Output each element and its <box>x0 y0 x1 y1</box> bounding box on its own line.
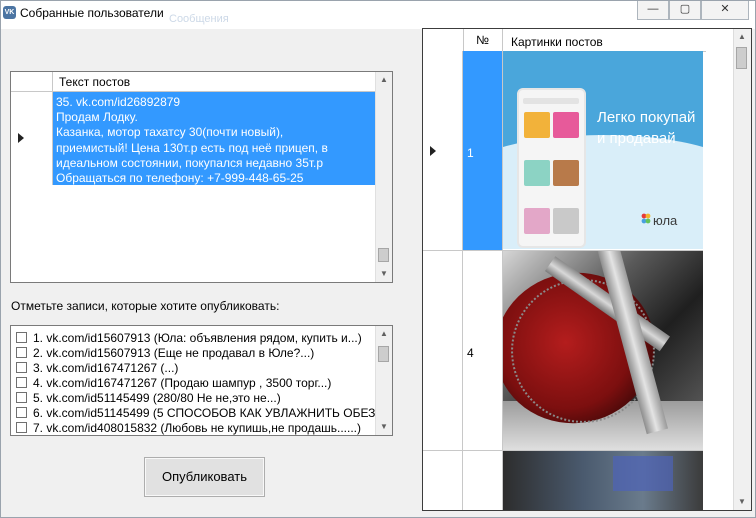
selected-post-text-cell[interactable]: 35. vk.com/id26892879 Продам Лодку. Каза… <box>53 92 376 185</box>
scroll-down-arrow-icon[interactable]: ▼ <box>734 494 750 510</box>
background-ghost-text: Сообщения <box>169 13 229 25</box>
checklist-item-label: 1. vk.com/id15607913 (Юла: объявления ря… <box>33 330 362 345</box>
yula-logo-icon <box>641 213 651 224</box>
checklist-item[interactable]: 6. vk.com/id51145499 (5 СПОСОБОВ КАК УВЛ… <box>16 405 393 420</box>
row-header[interactable] <box>423 251 463 451</box>
row-number-cell[interactable] <box>463 451 503 510</box>
posts-text-grid[interactable]: Текст постов 35. vk.com/id26892879 Прода… <box>10 71 393 283</box>
publish-instruction-label: Отметьте записи, которые хотите опублико… <box>11 299 280 313</box>
checkbox[interactable] <box>16 332 27 343</box>
images-column-header[interactable]: Картинки постов <box>511 35 603 49</box>
checklist-item-label: 4. vk.com/id167471267 (Продаю шампур , 3… <box>33 375 332 390</box>
vk-icon: VK <box>3 6 16 19</box>
post-text-line: Обращаться по телефону: +7-999-448-65-25 <box>56 171 304 186</box>
row-header-selected[interactable] <box>11 92 53 185</box>
ad-headline-line1: Легко покупай <box>597 109 696 126</box>
post-image-cell[interactable] <box>503 451 703 510</box>
posts-grid-scrollbar[interactable]: ▲ ▼ <box>375 72 392 282</box>
checklist-item[interactable]: 3. vk.com/id167471267 (...) <box>16 360 178 375</box>
scroll-thumb[interactable] <box>736 47 747 69</box>
row-number-cell[interactable]: 4 <box>463 251 503 451</box>
current-row-arrow-icon <box>18 133 24 143</box>
phone-illustration <box>517 88 586 248</box>
title-bar[interactable]: VK Собранные пользователи Сообщения — ▢ … <box>1 1 755 29</box>
row-number: 4 <box>467 346 474 360</box>
checklist-item[interactable]: 2. vk.com/id15607913 (Еще не продавал в … <box>16 345 314 360</box>
publish-button[interactable]: Опубликовать <box>144 457 265 497</box>
main-window: VK Собранные пользователи Сообщения — ▢ … <box>0 0 756 518</box>
photo-image <box>503 251 703 450</box>
checklist-item-label: 5. vk.com/id51145499 (280/80 Не не,это н… <box>33 390 281 405</box>
post-text-line: 35. vk.com/id26892879 <box>56 95 181 109</box>
images-grid-scrollbar[interactable]: ▲ ▼ <box>733 29 751 510</box>
post-text-line: Продам Лодку. <box>56 110 138 125</box>
posts-grid-header: Текст постов <box>11 72 376 92</box>
checkbox[interactable] <box>16 392 27 403</box>
scroll-thumb[interactable] <box>378 248 389 262</box>
current-row-arrow-icon <box>430 146 436 156</box>
checklist-item-label: 3. vk.com/id167471267 (...) <box>33 360 179 375</box>
close-button[interactable]: ✕ <box>701 1 749 20</box>
post-image-cell[interactable] <box>503 251 703 451</box>
row-header-corner <box>423 29 464 51</box>
post-text-line: Казанка, мотор тахатсу 30(почти новый), <box>56 125 284 140</box>
posts-checklist[interactable]: 1. vk.com/id15607913 (Юла: объявления ря… <box>10 325 393 436</box>
row-header-corner <box>11 72 53 91</box>
row-number-cell[interactable]: 1 <box>463 51 503 251</box>
checklist-item[interactable]: 7. vk.com/id408015832 (Любовь не купишь,… <box>16 420 361 435</box>
checkbox[interactable] <box>16 407 27 418</box>
post-text-line: приемистый! Цена 130т.р есть под неё при… <box>56 140 328 155</box>
checkbox[interactable] <box>16 422 27 433</box>
checklist-item[interactable]: 4. vk.com/id167471267 (Продаю шампур , 3… <box>16 375 331 390</box>
ad-headline-line2: и продавай <box>597 130 676 147</box>
minimize-button[interactable]: — <box>637 1 669 20</box>
yula-ad-image: Легко покупай и продавай юла <box>503 51 703 249</box>
maximize-button[interactable]: ▢ <box>669 1 701 20</box>
posts-text-column-header[interactable]: Текст постов <box>59 75 130 89</box>
post-image-cell[interactable]: Легко покупай и продавай юла <box>503 51 703 251</box>
checklist-item-label: 2. vk.com/id15607913 (Еще не продавал в … <box>33 345 315 360</box>
row-number: 1 <box>467 146 474 160</box>
row-header[interactable] <box>423 451 463 510</box>
post-images-grid[interactable]: № Картинки постов 1 Легко покупай и прод… <box>422 28 752 511</box>
scroll-up-arrow-icon[interactable]: ▲ <box>376 72 392 88</box>
checklist-scrollbar[interactable]: ▲ ▼ <box>375 326 392 435</box>
scroll-down-arrow-icon[interactable]: ▼ <box>376 266 392 282</box>
post-text-line: идеальном состоянии, покупался недавно 3… <box>56 155 324 170</box>
scroll-thumb[interactable] <box>378 346 389 362</box>
scroll-up-arrow-icon[interactable]: ▲ <box>376 326 392 342</box>
window-title: Собранные пользователи <box>20 6 164 20</box>
checklist-item-label: 7. vk.com/id408015832 (Любовь не купишь,… <box>33 420 362 435</box>
scroll-down-arrow-icon[interactable]: ▼ <box>376 419 392 435</box>
checklist-item-label: 6. vk.com/id51145499 (5 СПОСОБОВ КАК УВЛ… <box>33 405 393 420</box>
row-header-selected[interactable] <box>423 51 463 251</box>
checklist-item[interactable]: 1. vk.com/id15607913 (Юла: объявления ря… <box>16 330 362 345</box>
yula-brand: юла <box>653 213 678 228</box>
checkbox[interactable] <box>16 347 27 358</box>
checkbox[interactable] <box>16 377 27 388</box>
number-column-header[interactable]: № <box>463 29 503 51</box>
images-grid-header: № Картинки постов <box>423 29 706 52</box>
checklist-item[interactable]: 5. vk.com/id51145499 (280/80 Не не,это н… <box>16 390 281 405</box>
photo-image-partial <box>503 451 703 510</box>
checkbox[interactable] <box>16 362 27 373</box>
scroll-up-arrow-icon[interactable]: ▲ <box>734 29 750 45</box>
